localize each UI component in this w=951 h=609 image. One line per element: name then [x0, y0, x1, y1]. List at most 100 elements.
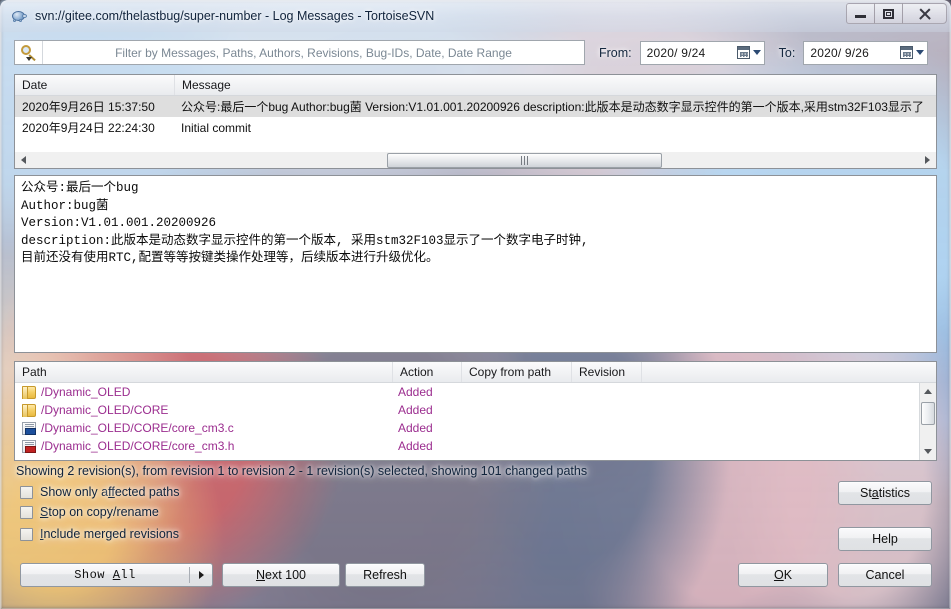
- checkbox-box[interactable]: [20, 506, 33, 519]
- minimize-button[interactable]: [846, 3, 875, 24]
- ok-button[interactable]: OK: [738, 563, 828, 587]
- path-text: /Dynamic_OLED: [41, 385, 130, 399]
- maximize-button[interactable]: [874, 3, 903, 24]
- filter-input[interactable]: [43, 42, 584, 63]
- log-row-message: Initial commit: [175, 121, 936, 135]
- changed-paths-list[interactable]: Path Action Copy from path Revision /Dyn…: [14, 361, 937, 461]
- calendar-icon: [900, 46, 913, 59]
- checkbox-label: Include merged revisions: [40, 527, 179, 541]
- log-list-header: Date Message: [15, 75, 936, 96]
- checkbox-show-only-affected-paths[interactable]: Show only affected paths: [20, 485, 179, 499]
- checkbox-label: Show only affected paths: [40, 485, 179, 499]
- title-bar[interactable]: svn://gitee.com/thelastbug/super-number …: [0, 0, 951, 32]
- scroll-up-button[interactable]: [920, 383, 937, 400]
- column-header-path[interactable]: Path: [15, 362, 393, 382]
- from-label: From:: [599, 46, 632, 60]
- vscroll-thumb[interactable]: [921, 402, 935, 425]
- next-100-button[interactable]: Next 100: [222, 563, 340, 587]
- filter-box[interactable]: [14, 40, 585, 65]
- next-100-label: Next 100: [256, 568, 306, 582]
- window-title: svn://gitee.com/thelastbug/super-number …: [35, 9, 434, 23]
- column-header-copy-from-path[interactable]: Copy from path: [462, 362, 572, 382]
- folder-icon: [22, 404, 36, 417]
- from-date-value: 2020/ 9/24: [647, 46, 737, 60]
- folder-icon: [22, 386, 36, 399]
- message-line: 目前还没有使用RTC,配置等等按键类操作处理等，后续版本进行升级优化。: [21, 250, 930, 268]
- action-cell: Added: [393, 439, 462, 453]
- close-button[interactable]: [902, 3, 947, 24]
- path-text: /Dynamic_OLED/CORE/core_cm3.h: [41, 439, 234, 453]
- path-text: /Dynamic_OLED/CORE: [41, 403, 168, 417]
- path-cell: /Dynamic_OLED/CORE: [15, 403, 393, 417]
- h-file-icon: [22, 440, 36, 453]
- status-text: Showing 2 revision(s), from revision 1 t…: [16, 464, 587, 478]
- hscroll-track[interactable]: [32, 153, 919, 168]
- to-date-value: 2020/ 9/26: [810, 46, 900, 60]
- path-list-row[interactable]: /Dynamic_OLED/CORE/core_cm3.h Added: [15, 437, 919, 455]
- log-row-date: 2020年9月26日 15:37:50: [15, 98, 175, 115]
- checkbox-stop-on-copy-rename[interactable]: Stop on copy/rename: [20, 505, 159, 519]
- statistics-button[interactable]: Statistics: [838, 481, 932, 505]
- show-all-dropdown-arrow-icon[interactable]: [190, 571, 212, 579]
- checkbox-include-merged-revisions[interactable]: Include merged revisions: [20, 527, 179, 541]
- to-date-picker[interactable]: 2020/ 9/26: [803, 41, 928, 65]
- log-list-row[interactable]: 2020年9月24日 22:24:30Initial commit: [15, 117, 936, 138]
- action-cell: Added: [393, 421, 462, 435]
- window-controls: [847, 3, 947, 25]
- log-row-date: 2020年9月24日 22:24:30: [15, 119, 175, 136]
- filter-toolbar: From: 2020/ 9/24 To: 2020/ 9/26: [14, 39, 937, 66]
- path-list-rows: /Dynamic_OLED Added/Dynamic_OLED/CORE Adde…: [15, 383, 919, 460]
- show-all-label: Show All: [21, 568, 189, 582]
- cancel-button[interactable]: Cancel: [838, 563, 932, 587]
- tortoise-turtle-icon: [10, 7, 28, 25]
- restore-icon: [883, 9, 894, 19]
- message-line: Author:bug菌: [21, 198, 930, 216]
- to-label: To:: [779, 46, 796, 60]
- message-line: 公众号:最后一个bug: [21, 180, 930, 198]
- scroll-left-button[interactable]: [15, 153, 32, 168]
- hscroll-thumb[interactable]: [387, 153, 662, 168]
- commit-message-detail[interactable]: 公众号:最后一个bugAuthor:bug菌Version:V1.01.001.…: [14, 175, 937, 353]
- search-magnifier-icon[interactable]: [15, 41, 43, 64]
- ok-label: OK: [774, 568, 792, 582]
- close-icon: [918, 8, 931, 20]
- action-cell: Added: [393, 385, 462, 399]
- chevron-down-icon[interactable]: [753, 50, 761, 55]
- refresh-button[interactable]: Refresh: [345, 563, 425, 587]
- log-list-horizontal-scrollbar[interactable]: [14, 152, 937, 169]
- vscroll-track[interactable]: [920, 400, 937, 443]
- show-all-button[interactable]: Show All: [20, 563, 213, 587]
- cancel-label: Cancel: [866, 568, 905, 582]
- checkbox-box[interactable]: [20, 528, 33, 541]
- path-list-row[interactable]: /Dynamic_OLED Added: [15, 383, 919, 401]
- column-header-message[interactable]: Message: [175, 75, 936, 95]
- scroll-down-button[interactable]: [920, 443, 937, 460]
- checkbox-box[interactable]: [20, 486, 33, 499]
- log-row-message: 公众号:最后一个bug Author:bug菌 Version:V1.01.00…: [175, 98, 936, 115]
- message-line: description:此版本是动态数字显示控件的第一个版本, 采用stm32F…: [21, 233, 930, 251]
- path-list-header: Path Action Copy from path Revision: [15, 362, 936, 383]
- calendar-icon: [737, 46, 750, 59]
- c-file-icon: [22, 422, 36, 435]
- chevron-down-icon[interactable]: [916, 50, 924, 55]
- column-header-date[interactable]: Date: [15, 75, 175, 95]
- column-header-revision[interactable]: Revision: [572, 362, 642, 382]
- from-date-picker[interactable]: 2020/ 9/24: [640, 41, 765, 65]
- scroll-right-button[interactable]: [919, 153, 936, 168]
- help-label: Help: [872, 532, 898, 546]
- path-list-row[interactable]: /Dynamic_OLED/CORE/core_cm3.c Added: [15, 419, 919, 437]
- path-cell: /Dynamic_OLED: [15, 385, 393, 399]
- help-button[interactable]: Help: [838, 527, 932, 551]
- path-list-vertical-scrollbar[interactable]: [919, 383, 936, 460]
- action-cell: Added: [393, 403, 462, 417]
- message-line: Version:V1.01.001.20200926: [21, 215, 930, 233]
- path-list-row[interactable]: /Dynamic_OLED/CORE Added: [15, 401, 919, 419]
- log-list-row[interactable]: 2020年9月26日 15:37:50公众号:最后一个bug Author:bu…: [15, 96, 936, 117]
- checkbox-label: Stop on copy/rename: [40, 505, 159, 519]
- minimize-icon: [855, 15, 866, 18]
- path-cell: /Dynamic_OLED/CORE/core_cm3.c: [15, 421, 393, 435]
- path-text: /Dynamic_OLED/CORE/core_cm3.c: [41, 421, 234, 435]
- log-messages-window: svn://gitee.com/thelastbug/super-number …: [0, 0, 951, 609]
- column-header-filler: [642, 362, 936, 382]
- column-header-action[interactable]: Action: [393, 362, 462, 382]
